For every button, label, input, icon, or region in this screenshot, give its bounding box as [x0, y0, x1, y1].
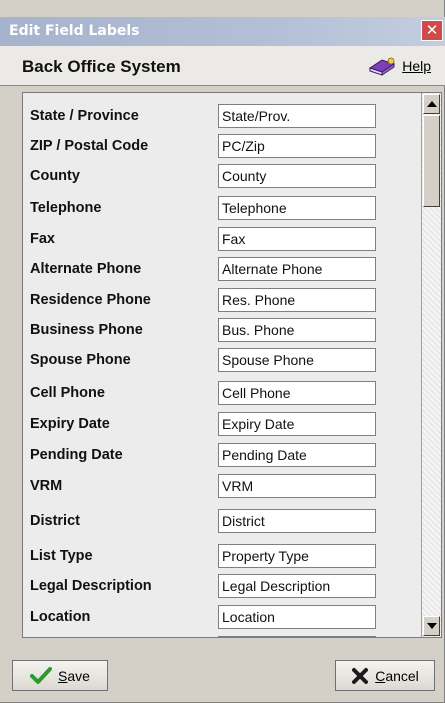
arrow-down-icon: [427, 623, 437, 629]
field-row: VRM: [23, 473, 441, 499]
field-row: Cell Phone: [23, 380, 441, 406]
field-label-input[interactable]: [218, 227, 376, 251]
field-row: State / Province: [23, 103, 441, 129]
field-label: Telephone: [30, 200, 102, 216]
field-label: Location: [30, 609, 91, 625]
field-label-input[interactable]: [218, 605, 376, 629]
field-label: District: [30, 513, 80, 529]
vertical-scrollbar[interactable]: [421, 93, 441, 637]
field-row: Location: [23, 604, 441, 630]
dialog-header: Back Office System Help: [0, 46, 445, 86]
close-icon: ✕: [425, 21, 439, 39]
field-row: [23, 635, 441, 637]
field-label: Cell Phone: [30, 385, 105, 401]
field-label-input[interactable]: [218, 164, 376, 188]
field-label: ZIP / Postal Code: [30, 138, 149, 154]
field-label: List Type: [30, 548, 93, 564]
x-icon: [352, 667, 369, 684]
field-label: County: [30, 168, 80, 184]
save-button[interactable]: Save: [12, 660, 108, 691]
close-button[interactable]: ✕: [421, 20, 443, 41]
field-label-input[interactable]: [218, 318, 376, 342]
field-row: Business Phone: [23, 317, 441, 343]
field-label: VRM: [30, 478, 63, 494]
field-label: Spouse Phone: [30, 352, 131, 368]
field-label-input[interactable]: [218, 636, 376, 637]
field-label: Legal Description: [30, 578, 152, 594]
field-label: Business Phone: [30, 322, 143, 338]
scroll-thumb[interactable]: [423, 115, 440, 207]
field-row: Spouse Phone: [23, 347, 441, 373]
field-label-input[interactable]: [218, 257, 376, 281]
field-label-input[interactable]: [218, 348, 376, 372]
field-label: Fax: [30, 231, 55, 247]
cancel-label: Cancel: [375, 667, 419, 684]
field-list-panel: State / Province ZIP / Postal Code Count…: [22, 92, 442, 638]
field-row: Alternate Phone: [23, 256, 441, 282]
field-label: Alternate Phone: [30, 261, 142, 277]
edit-field-labels-dialog: Edit Field Labels ✕ Back Office System H…: [0, 0, 445, 703]
field-row: ZIP / Postal Code: [23, 133, 441, 159]
arrow-up-icon: [427, 101, 437, 107]
field-row: Residence Phone: [23, 287, 441, 313]
field-label-input[interactable]: [218, 196, 376, 220]
field-row: List Type: [23, 543, 441, 569]
help-book-icon: [369, 57, 396, 76]
scroll-up-button[interactable]: [423, 94, 440, 114]
field-label-input[interactable]: [218, 134, 376, 158]
app-title: Back Office System: [22, 57, 181, 76]
scroll-down-button[interactable]: [423, 616, 440, 636]
dialog-footer: Save Cancel: [0, 643, 445, 703]
checkmark-icon: [30, 666, 53, 684]
save-label: Save: [58, 667, 90, 684]
window-title: Edit Field Labels: [9, 23, 140, 39]
field-label: Pending Date: [30, 447, 123, 463]
field-row: Expiry Date: [23, 411, 441, 437]
field-label-input[interactable]: [218, 443, 376, 467]
cancel-button[interactable]: Cancel: [335, 660, 435, 691]
field-row: County: [23, 163, 441, 189]
field-label-input[interactable]: [218, 574, 376, 598]
field-label-input[interactable]: [218, 381, 376, 405]
field-row: District: [23, 508, 441, 534]
help-link[interactable]: Help: [368, 56, 431, 76]
help-label: Help: [402, 58, 431, 74]
field-label: State / Province: [30, 108, 139, 124]
field-row: Pending Date: [23, 442, 441, 468]
field-row: Legal Description: [23, 573, 441, 599]
field-row: Telephone: [23, 195, 441, 221]
field-row: Fax: [23, 226, 441, 252]
field-label-input[interactable]: [218, 509, 376, 533]
field-label-input[interactable]: [218, 544, 376, 568]
field-label: Expiry Date: [30, 416, 110, 432]
field-label-input[interactable]: [218, 474, 376, 498]
field-label-input[interactable]: [218, 288, 376, 312]
field-label: Residence Phone: [30, 292, 151, 308]
title-bar[interactable]: Edit Field Labels ✕: [0, 17, 445, 46]
field-label-input[interactable]: [218, 412, 376, 436]
field-label-input[interactable]: [218, 104, 376, 128]
